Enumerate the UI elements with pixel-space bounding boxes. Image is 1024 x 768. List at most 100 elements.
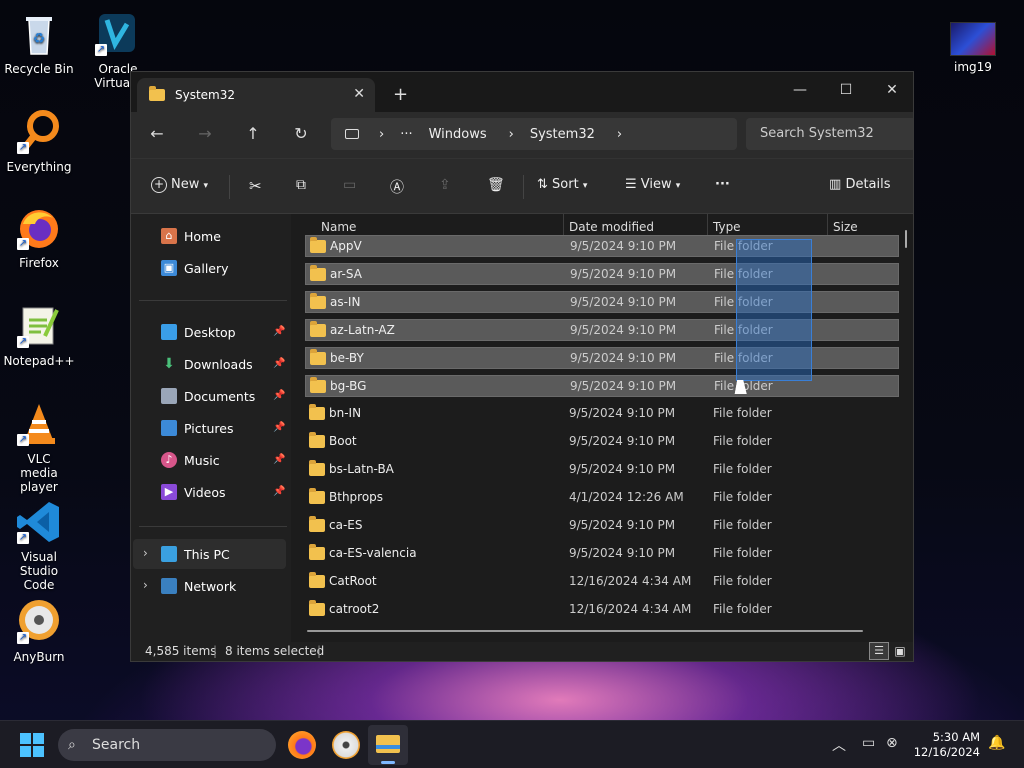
desktop-icon-everything[interactable]: ↗ Everything [0, 108, 78, 174]
breadcrumb-windows[interactable]: Windows [429, 127, 487, 142]
folder-icon [309, 600, 325, 616]
document-icon [161, 388, 177, 404]
expand-chevron-icon[interactable]: › [143, 546, 148, 560]
back-button[interactable]: ← [145, 124, 169, 143]
maximize-button[interactable]: ☐ [823, 76, 869, 104]
close-window-button[interactable]: ✕ [869, 76, 913, 104]
tab-label: System32 [175, 88, 236, 102]
desktop-icon [161, 324, 177, 340]
file-name: ar-SA [330, 267, 362, 281]
rename-icon[interactable]: Ⓐ [390, 177, 404, 197]
file-date: 9/5/2024 9:10 PM [570, 295, 677, 309]
file-row[interactable]: catroot2 12/16/2024 4:34 AM File folder [305, 599, 899, 621]
file-row[interactable]: Bthprops 4/1/2024 12:26 AM File folder [305, 487, 899, 509]
more-options-button[interactable]: ··· [715, 177, 730, 192]
taskbar-search-box[interactable]: ⌕ Search [58, 729, 276, 761]
taskbar-firefox-icon[interactable] [288, 731, 316, 759]
firefox-icon: ↗ [15, 204, 63, 252]
up-button[interactable]: ↑ [241, 124, 265, 143]
cut-icon[interactable]: ✂ [249, 177, 262, 195]
details-button[interactable]: ▥ Details [829, 177, 891, 192]
nav-item-gallery[interactable]: ▣ Gallery [161, 256, 229, 280]
desktop-icon-label: img19 [954, 60, 992, 74]
system-clock[interactable]: 5:30 AM 12/16/2024 [914, 730, 980, 760]
desktop-icon-label: Recycle Bin [4, 62, 74, 76]
search-input[interactable]: Search System32 [746, 118, 913, 150]
address-bar[interactable]: › ··· Windows › System32 › [331, 118, 737, 150]
pin-icon[interactable]: 📌 [273, 390, 285, 401]
nav-item-documents[interactable]: Documents [161, 384, 255, 408]
desktop-icon-vscode[interactable]: ↗ Visual Studio Code [0, 498, 78, 592]
view-button[interactable]: ☰ View ▾ [625, 177, 680, 192]
file-row[interactable]: bn-IN 9/5/2024 9:10 PM File folder [305, 403, 899, 425]
minimize-button[interactable]: — [777, 76, 823, 104]
details-view-toggle[interactable]: ☰ [869, 642, 889, 660]
new-tab-button[interactable]: + [393, 84, 408, 105]
nav-item-downloads[interactable]: ⬇ Downloads [161, 352, 253, 376]
file-date: 9/5/2024 9:10 PM [569, 462, 676, 476]
view-label: View [640, 177, 672, 192]
no-network-icon[interactable]: ⊗ [886, 735, 898, 751]
tab-system32[interactable]: System32 ✕ [137, 78, 375, 112]
file-type: File folder [713, 434, 772, 448]
folder-icon [309, 432, 325, 448]
share-icon[interactable]: ⇪ [439, 177, 451, 193]
expand-chevron-icon[interactable]: › [143, 578, 148, 592]
pin-icon[interactable]: 📌 [273, 422, 285, 433]
search-icon: ⌕ [68, 737, 76, 753]
file-row[interactable]: ca-ES-valencia 9/5/2024 9:10 PM File folde… [305, 543, 899, 565]
sort-button[interactable]: ⇅ Sort ▾ [537, 177, 587, 192]
notification-bell-icon[interactable]: 🔔 [988, 735, 1005, 751]
folder-icon [149, 86, 165, 101]
file-list: Name ^ Date modified Type Size AppV 9/5/2… [291, 214, 913, 646]
taskbar-anyburn-icon[interactable] [332, 731, 360, 759]
shortcut-arrow-icon: ↗ [95, 44, 107, 56]
pin-icon[interactable]: 📌 [273, 454, 285, 465]
file-name: be-BY [330, 351, 364, 365]
display-icon[interactable]: ▭ [862, 735, 875, 751]
breadcrumb-system32[interactable]: System32 [530, 127, 595, 142]
start-windows-icon[interactable] [20, 733, 44, 757]
nav-item-music[interactable]: ♪ Music [161, 448, 220, 472]
refresh-button[interactable]: ↻ [289, 124, 313, 143]
desktop-icon-firefox[interactable]: ↗ Firefox [0, 204, 78, 270]
desktop-icon-anyburn[interactable]: ↗ AnyBurn [0, 598, 78, 664]
desktop-icon-recycle-bin[interactable]: ♻ Recycle Bin [0, 10, 78, 76]
nav-item-videos[interactable]: ▶ Videos [161, 480, 226, 504]
file-row[interactable]: Boot 9/5/2024 9:10 PM File folder [305, 431, 899, 453]
file-date: 9/5/2024 9:10 PM [569, 434, 676, 448]
new-button[interactable]: + New ▾ [151, 177, 208, 193]
desktop-icon-notepadpp[interactable]: ↗ Notepad++ [0, 302, 78, 368]
file-row[interactable]: ca-ES 9/5/2024 9:10 PM File folder [305, 515, 899, 537]
delete-icon[interactable]: 🗑 [487, 177, 505, 193]
shortcut-arrow-icon: ↗ [17, 632, 29, 644]
pin-icon[interactable]: 📌 [273, 486, 285, 497]
nav-item-pictures[interactable]: Pictures [161, 416, 234, 440]
nav-item-home[interactable]: ⌂ Home [161, 224, 221, 248]
everything-icon: ↗ [15, 108, 63, 156]
vscode-icon: ↗ [15, 498, 63, 546]
forward-button[interactable]: → [193, 124, 217, 143]
desktop-icon-vlc[interactable]: ↗ VLC media player [0, 400, 78, 494]
show-hidden-icons-chevron[interactable]: ︿ [832, 735, 846, 755]
breadcrumb-separator: › [508, 126, 514, 142]
folder-icon [309, 404, 325, 420]
close-tab-icon[interactable]: ✕ [353, 86, 365, 102]
desktop-icon-img19[interactable]: img19 [934, 22, 1012, 74]
pin-icon[interactable]: 📌 [273, 326, 285, 337]
breadcrumb-separator[interactable]: › [617, 127, 622, 142]
copy-icon[interactable]: ⧉ [296, 177, 306, 193]
navigation-pane: ⌂ Home ▣ Gallery Desktop 📌 ⬇ Downloads 📌 Do… [131, 214, 289, 646]
taskbar-file-explorer-icon[interactable] [368, 725, 408, 765]
paste-icon[interactable]: ▭ [343, 177, 356, 193]
vertical-scrollbar-thumb[interactable] [905, 230, 907, 248]
tiles-view-toggle[interactable]: ▣ [891, 642, 909, 660]
nav-item-this-pc[interactable]: This PC [161, 542, 230, 566]
nav-item-desktop[interactable]: Desktop [161, 320, 236, 344]
file-row[interactable]: CatRoot 12/16/2024 4:34 AM File folder [305, 571, 899, 593]
nav-item-network[interactable]: Network [161, 574, 236, 598]
breadcrumb-overflow-button[interactable]: ··· [400, 127, 412, 142]
file-row[interactable]: bs-Latn-BA 9/5/2024 9:10 PM File folder [305, 459, 899, 481]
horizontal-scrollbar-thumb[interactable] [307, 630, 863, 632]
pin-icon[interactable]: 📌 [273, 358, 285, 369]
